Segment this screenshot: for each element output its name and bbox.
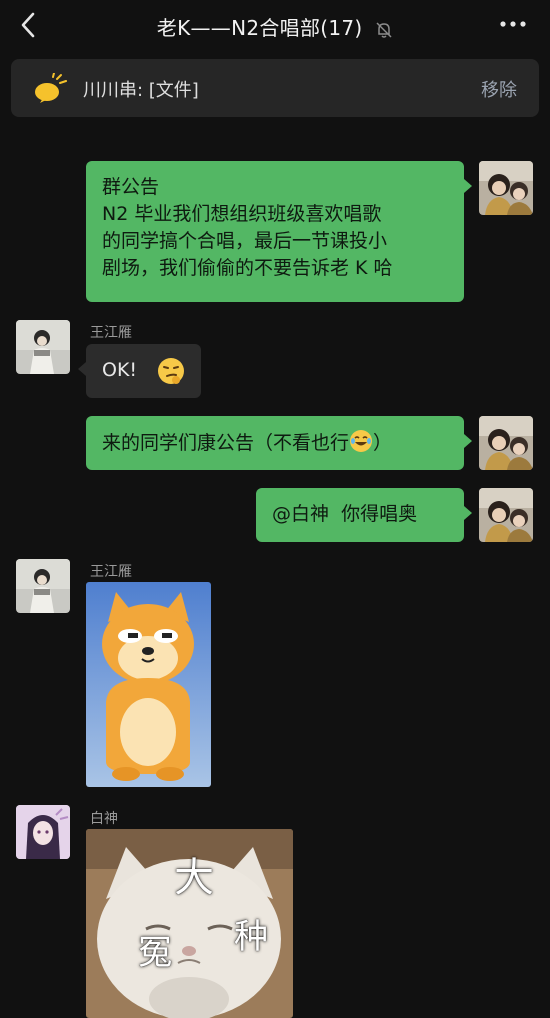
my-avatar[interactable] <box>479 161 533 215</box>
sender-avatar-baishen[interactable] <box>16 805 70 859</box>
bell-off-icon <box>376 21 392 38</box>
sender-name: 王江雁 <box>90 325 132 341</box>
pinned-message-bar[interactable]: 川川串: [文件] 移除 <box>11 59 539 117</box>
my-message-bubble[interactable]: 群公告 N2 毕业我们想组织班级喜欢唱歌 的同学搞个合唱，最后一节课投小 剧场，… <box>86 161 472 302</box>
message-text: OK! <box>102 359 138 381</box>
pinned-message-text: 川川串: [文件] <box>83 80 199 101</box>
message-text: 来的同学们康公告（不看也行 <box>102 432 350 454</box>
chat-header: 老K——N2合唱部(17) <box>0 0 550 50</box>
sender-avatar-wangjiangyan[interactable] <box>16 320 70 374</box>
my-avatar[interactable] <box>479 416 533 470</box>
message-text-suffix: ） <box>373 432 393 454</box>
more-dots-icon[interactable] <box>498 14 528 34</box>
sticker-caption-char: 种 <box>234 917 268 957</box>
shiba-doge-3d-sticker[interactable] <box>86 582 211 787</box>
smirk-emoji <box>158 358 184 384</box>
chat-title: 老K——N2合唱部(17) <box>156 16 363 40</box>
my-message-bubble[interactable]: 来的同学们康公告（不看也行 ） <box>86 416 472 470</box>
sticker-caption-char: 冤 <box>138 933 172 973</box>
sender-name: 白神 <box>90 811 118 827</box>
megaphone-icon <box>35 73 67 103</box>
announcement-line: 剧场，我们偷偷的不要告诉老 K 哈 <box>102 257 393 279</box>
message-text: @白神 你得唱奥 <box>272 503 418 525</box>
sender-name: 王江雁 <box>90 564 132 580</box>
announcement-line: N2 毕业我们想组织班级喜欢唱歌 <box>102 203 382 225</box>
announcement-line: 的同学搞个合唱，最后一节课投小 <box>102 230 388 252</box>
chat-title-row: 老K——N2合唱部(17) <box>0 12 550 41</box>
sender-avatar-wangjiangyan[interactable] <box>16 559 70 613</box>
sad-cat-sticker[interactable]: 大 冤 种 <box>86 829 293 1018</box>
pinned-remove-button[interactable]: 移除 <box>481 76 517 102</box>
sticker-caption-char: 大 <box>174 855 214 901</box>
my-avatar[interactable] <box>479 488 533 542</box>
my-message-bubble[interactable]: @白神 你得唱奥 <box>256 488 472 542</box>
announcement-line: 群公告 <box>102 176 160 198</box>
laughing-crying-emoji <box>350 430 373 452</box>
other-message-bubble[interactable]: OK! <box>78 344 201 398</box>
